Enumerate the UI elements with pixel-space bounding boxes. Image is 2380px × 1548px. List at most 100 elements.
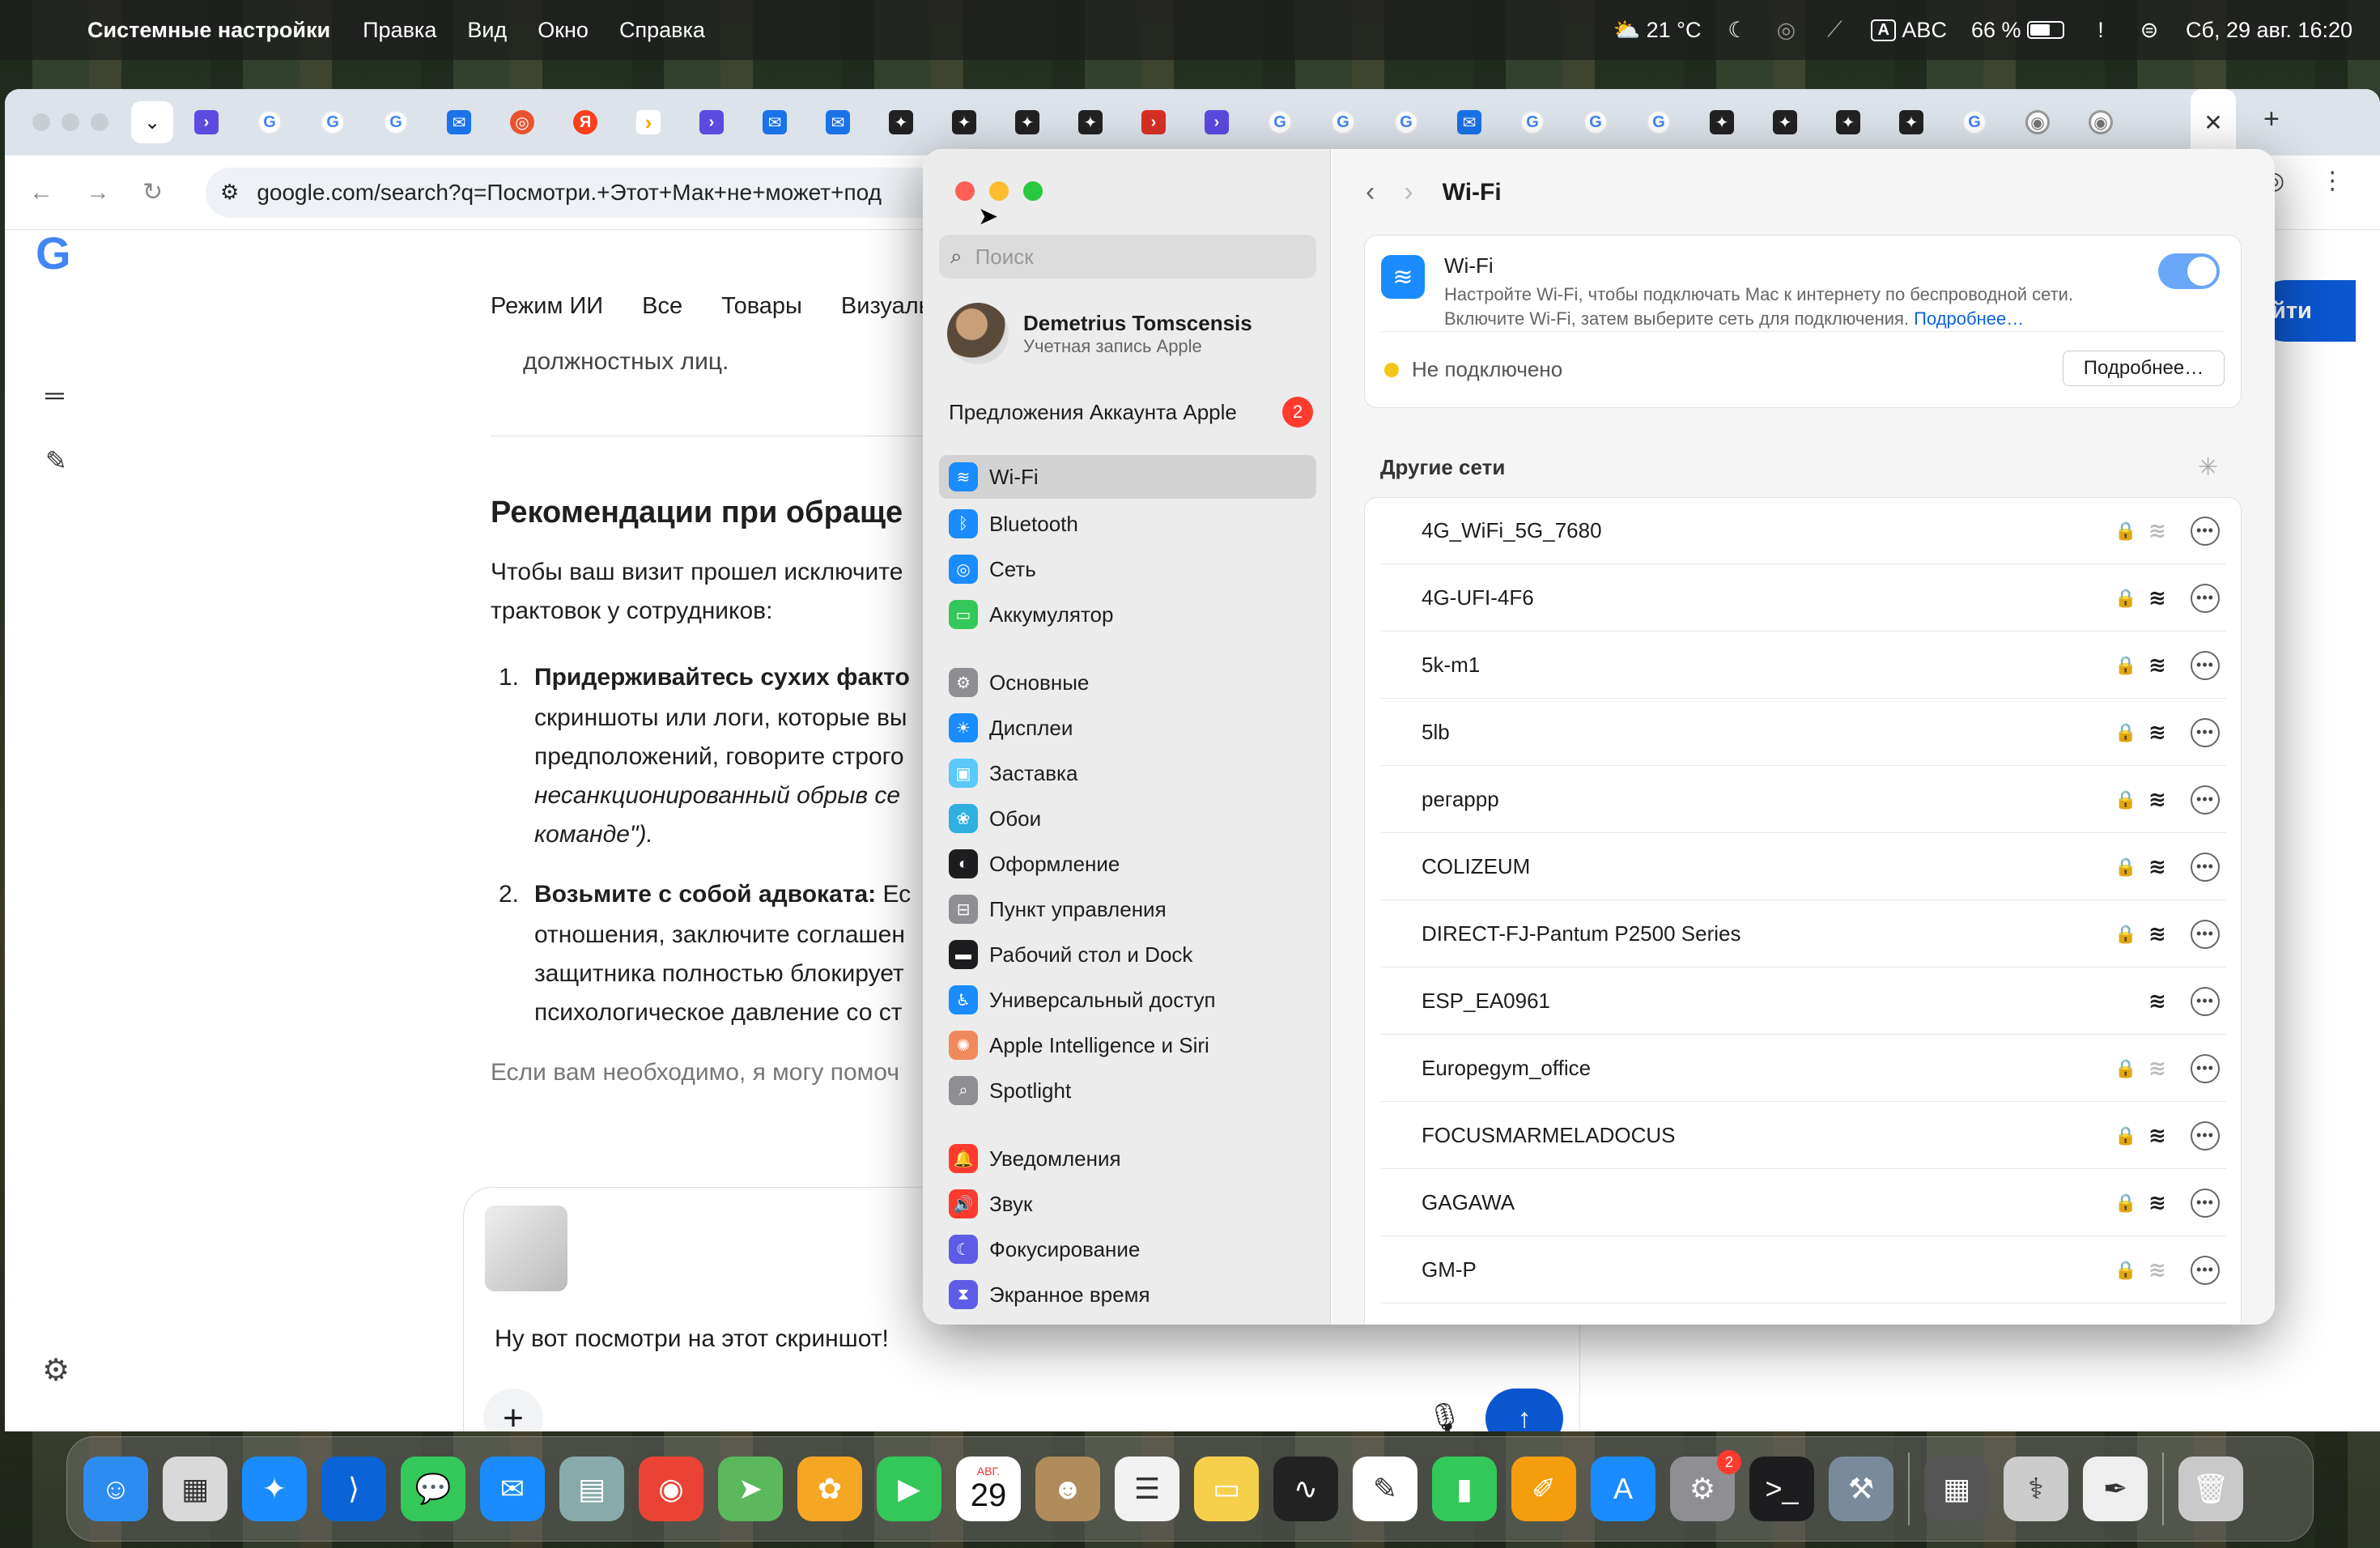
forward-arrow-icon[interactable]: → <box>86 179 142 206</box>
sidebar-item[interactable]: ⧗ Экранное время <box>939 1273 1316 1316</box>
settings-search-input[interactable]: ⌕ Поиск <box>939 235 1316 279</box>
dock-reminders-icon[interactable]: ☰ <box>1115 1457 1179 1521</box>
dock-notes-icon[interactable]: ▭ <box>1194 1457 1259 1521</box>
dock-disk-utility-icon[interactable]: ⚕ <box>2004 1457 2068 1521</box>
send-arrow-icon[interactable]: ↑ <box>1485 1389 1563 1431</box>
dock-messages-icon[interactable]: 💬 <box>401 1457 465 1521</box>
composer-text[interactable]: Ну вот посмотри на этот скриншот! <box>495 1325 948 1353</box>
dock-calculator-icon[interactable]: ▦ <box>1924 1457 1989 1521</box>
sidebar-item[interactable]: ♿ Универсальный доступ <box>939 978 1316 1022</box>
tab-favicon-icon[interactable]: ◎ <box>510 110 534 134</box>
close-button[interactable] <box>955 181 975 201</box>
tab-favicon-icon[interactable]: Я <box>573 110 597 134</box>
tab-all[interactable]: Все <box>642 293 682 320</box>
minimize-button[interactable] <box>989 181 1009 201</box>
tab-favicon-icon[interactable]: ✉ <box>447 110 471 134</box>
menu-help[interactable]: Справка <box>619 18 705 43</box>
add-attachment-plus-icon[interactable]: + <box>483 1389 543 1431</box>
site-settings-icon[interactable]: ⚙ <box>220 180 239 205</box>
tab-favicon-icon[interactable]: › <box>1205 110 1229 134</box>
dock-maps-icon[interactable]: ➤ <box>718 1457 783 1521</box>
wifi-toggle[interactable] <box>2158 253 2220 289</box>
dock-calendar-icon[interactable]: АВГ. 29 <box>956 1457 1021 1521</box>
tab-favicon-icon[interactable]: G <box>1394 110 1418 134</box>
more-options-icon[interactable]: ••• <box>2191 852 2220 882</box>
more-options-icon[interactable]: ••• <box>2191 1255 2220 1285</box>
settings-gear-icon[interactable]: ⚙ <box>42 1352 70 1389</box>
tab-favicon-icon[interactable]: ✦ <box>1899 110 1923 134</box>
network-row[interactable]: регаррр 🔒 ≋ ••• <box>1381 767 2226 833</box>
dock-automator-icon[interactable]: ⚒ <box>1829 1457 1893 1521</box>
network-row[interactable]: 4G_WiFi_5G_7680 🔒 ≋ ••• <box>1381 498 2226 564</box>
menu-app-name[interactable]: Системные настройки <box>87 18 330 43</box>
sidebar-item[interactable]: ◐ Оформление <box>939 842 1316 886</box>
network-row[interactable]: COLIZEUM 🔒 ≋ ••• <box>1381 834 2226 900</box>
network-row[interactable]: GAGAWA 🔒 ≋ ••• <box>1381 1170 2226 1236</box>
more-options-icon[interactable]: ••• <box>2191 583 2220 613</box>
tab-images[interactable]: Визуаль <box>841 293 931 320</box>
dock-mail-icon[interactable]: ✉ <box>480 1457 545 1521</box>
sidebar-item[interactable]: ☀ Дисплеи <box>939 706 1316 750</box>
network-row[interactable]: 5lb 🔒 ≋ ••• <box>1381 700 2226 766</box>
dock-system-settings-icon[interactable]: ⚙ 2 <box>1670 1450 1741 1521</box>
minimize-dot[interactable] <box>62 113 79 131</box>
airdrop-icon[interactable]: ◎ <box>1774 18 1798 43</box>
tab-favicon-icon[interactable]: G <box>1520 110 1545 134</box>
tab-favicon-icon[interactable]: ✦ <box>1773 110 1797 134</box>
sidebar-item[interactable]: ⚙ Основные <box>939 661 1316 704</box>
tab-favicon-icon[interactable]: G <box>1268 110 1292 134</box>
alert-icon[interactable]: ! <box>2089 18 2113 43</box>
dock-facetime-icon[interactable]: ▶ <box>877 1457 941 1521</box>
tab-search-chevron-icon[interactable]: ⌄ <box>131 101 173 143</box>
more-options-icon[interactable]: ••• <box>2191 986 2220 1016</box>
dock-activity-monitor-icon[interactable]: ∿ <box>1273 1457 1338 1521</box>
new-chat-pen-icon[interactable]: ✎ <box>45 445 67 476</box>
network-row[interactable]: GM-P 🔒 ≋ ••• <box>1381 1237 2226 1303</box>
sidebar-item[interactable]: ☾ Фокусирование <box>939 1227 1316 1271</box>
wifi-off-icon[interactable]: ⟋ <box>1822 17 1847 43</box>
dock-launchpad-icon[interactable]: ▦ <box>163 1457 227 1521</box>
tab-favicon-icon[interactable]: ✦ <box>952 110 976 134</box>
apple-account[interactable]: Demetrius Tomscensis Учетная запись Apple <box>947 303 1252 364</box>
dock-textedit-icon[interactable]: ✒ <box>2083 1457 2148 1521</box>
dock-chrome-icon[interactable]: ◉ <box>639 1457 703 1521</box>
tab-favicon-icon[interactable]: G <box>384 110 408 134</box>
sidebar-item[interactable]: ⊟ Пункт управления <box>939 887 1316 931</box>
sidebar-item[interactable]: ❀ Обои <box>939 797 1316 840</box>
tab-favicon-icon[interactable]: ✦ <box>1078 110 1103 134</box>
dock-numbers-icon[interactable]: ▮ <box>1432 1457 1497 1521</box>
dock-finder-icon[interactable]: ☺ <box>83 1457 148 1521</box>
sidebar-item[interactable]: ⌕ Spotlight <box>939 1069 1316 1112</box>
more-options-icon[interactable]: ••• <box>2191 650 2220 680</box>
more-options-icon[interactable]: ••• <box>2191 919 2220 949</box>
tab-favicon-icon[interactable]: G <box>1331 110 1355 134</box>
tab-favicon-icon[interactable]: ◉ <box>2089 110 2113 134</box>
weather-status[interactable]: ⛅ 21 °C <box>1613 17 1701 43</box>
sidebar-item[interactable]: ▬ Рабочий стол и Dock <box>939 933 1316 976</box>
sidebar-item[interactable]: ▣ Заставка <box>939 751 1316 795</box>
tab-favicon-icon[interactable]: › <box>636 110 661 134</box>
more-options-icon[interactable]: ••• <box>2191 516 2220 546</box>
clock[interactable]: Сб, 29 авг. 16:20 <box>2186 18 2352 43</box>
dock-pages-icon[interactable]: ✐ <box>1511 1457 1576 1521</box>
more-options-icon[interactable]: ••• <box>2191 1188 2220 1218</box>
tab-favicon-icon[interactable]: ✉ <box>1457 110 1481 134</box>
address-bar[interactable]: ⚙ google.com/search?q=Посмотри.+Этот+Мак+… <box>206 167 1048 218</box>
tab-favicon-icon[interactable]: G <box>1583 110 1608 134</box>
sidebar-item[interactable]: ✺ Apple Intelligence и Siri <box>939 1023 1316 1067</box>
network-row[interactable]: ESP_EA0961 ≋ ••• <box>1381 968 2226 1035</box>
focus-moon-icon[interactable]: ☾ <box>1725 18 1749 43</box>
active-tab-close-icon[interactable]: ✕ <box>2191 89 2236 155</box>
more-options-icon[interactable]: ••• <box>2191 785 2220 814</box>
tab-favicon-icon[interactable]: G <box>1647 110 1671 134</box>
dock-photos-icon[interactable]: ✿ <box>797 1457 862 1521</box>
tab-favicon-icon[interactable]: ✉ <box>763 110 787 134</box>
dock-trash-icon[interactable]: 🗑 <box>2178 1457 2243 1521</box>
tab-favicon-icon[interactable]: ✦ <box>1015 110 1039 134</box>
control-center-icon[interactable]: ⊜ <box>2137 18 2161 43</box>
tab-favicon-icon[interactable]: ◉ <box>2025 110 2050 134</box>
menu-view[interactable]: Вид <box>467 18 507 43</box>
google-logo[interactable]: G <box>36 227 71 279</box>
more-options-icon[interactable]: ••• <box>2191 1121 2220 1150</box>
tab-shopping[interactable]: Товары <box>721 293 802 320</box>
